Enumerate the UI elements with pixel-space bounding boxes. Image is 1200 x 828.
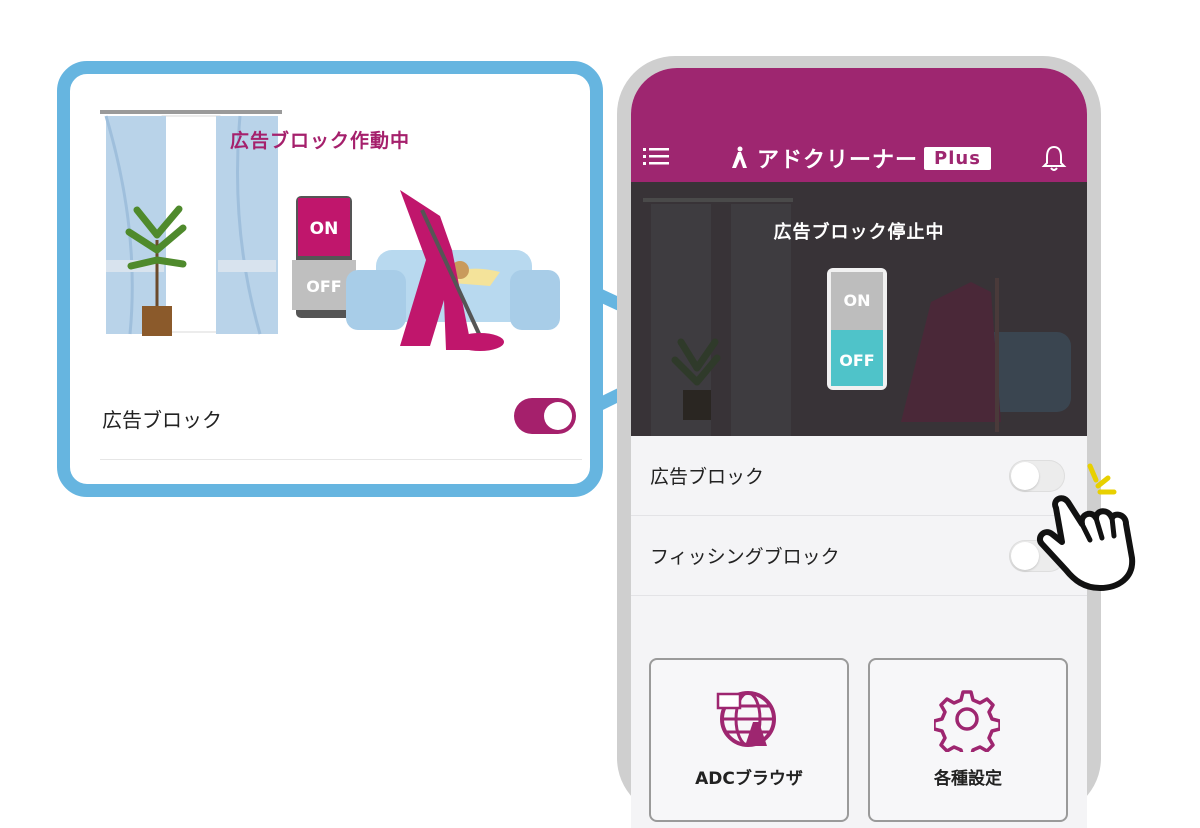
brand-name: アドクリーナー: [757, 148, 919, 173]
callout-panel: ON OFF 広告ブロック作動中 広告ブロック: [57, 61, 603, 497]
sweeper-logo-icon: [732, 146, 747, 168]
ad-block-row-label: 広告ブロック: [650, 466, 765, 488]
status-title-active: 広告ブロック作動中: [230, 130, 411, 152]
status-hero: ON OFF 広告ブロック停止中: [631, 182, 1087, 436]
ad-block-label: 広告ブロック: [102, 408, 222, 432]
hero-switch-off-text: OFF: [839, 351, 874, 370]
adc-browser-tile[interactable]: ADCブラウザ: [649, 658, 849, 822]
adc-browser-label: ADCブラウザ: [695, 769, 803, 789]
status-title-stopped: 広告ブロック停止中: [773, 222, 945, 243]
brand-plus-badge: Plus: [924, 146, 991, 170]
gear-icon: [934, 690, 1000, 752]
settings-label: 各種設定: [934, 769, 1002, 789]
menu-icon[interactable]: [643, 146, 669, 168]
settings-tile[interactable]: 各種設定: [868, 658, 1068, 822]
brand-logo: アドクリーナー Plus: [729, 144, 991, 173]
phone-screen: アドクリーナー Plus ON OFF 広告ブロック停止中 広告ブロック フィッ…: [631, 68, 1087, 828]
app-bar: アドクリーナー Plus: [631, 68, 1087, 182]
tap-hand-icon: [1036, 463, 1136, 591]
toggle-knob: [544, 402, 572, 430]
bell-icon[interactable]: [1041, 144, 1067, 172]
divider: [100, 459, 582, 460]
callout-switch-on-text: ON: [310, 219, 339, 239]
globe-browser-icon: [716, 691, 776, 747]
ad-block-toggle-on[interactable]: [514, 398, 576, 434]
phishing-block-row-label: フィッシングブロック: [650, 546, 840, 568]
callout-switch-off-text: OFF: [306, 277, 341, 296]
hero-switch-on-text: ON: [844, 291, 871, 310]
phone-frame: アドクリーナー Plus ON OFF 広告ブロック停止中 広告ブロック フィッ…: [617, 56, 1101, 828]
ad-block-row: 広告ブロック: [631, 436, 1087, 516]
toggle-list: 広告ブロック フィッシングブロック: [631, 436, 1087, 596]
phishing-block-row: フィッシングブロック: [631, 516, 1087, 596]
